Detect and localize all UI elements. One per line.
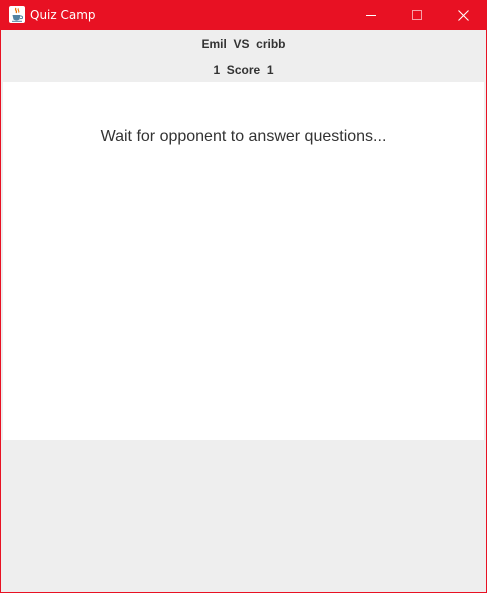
match-header: Emil VS cribb 1 Score 1	[1, 30, 486, 82]
waiting-message: Wait for opponent to answer questions...	[100, 128, 387, 145]
window-title: Quiz Camp	[30, 8, 96, 22]
minimize-icon	[366, 15, 376, 16]
quiz-camp-window: Quiz Camp Emil VS cribb 1 Score 1 Wait f…	[0, 0, 487, 593]
maximize-button[interactable]	[394, 0, 440, 30]
answer-panel	[1, 440, 486, 592]
minimize-button[interactable]	[348, 0, 394, 30]
question-panel: Wait for opponent to answer questions...	[3, 82, 484, 440]
score-label: 1 Score 1	[213, 63, 274, 77]
maximize-icon	[412, 10, 422, 20]
players-label: Emil VS cribb	[201, 37, 286, 51]
java-cup-icon[interactable]	[9, 6, 25, 23]
close-icon	[457, 9, 469, 21]
close-button[interactable]	[440, 0, 486, 30]
title-bar[interactable]: Quiz Camp	[1, 0, 486, 30]
